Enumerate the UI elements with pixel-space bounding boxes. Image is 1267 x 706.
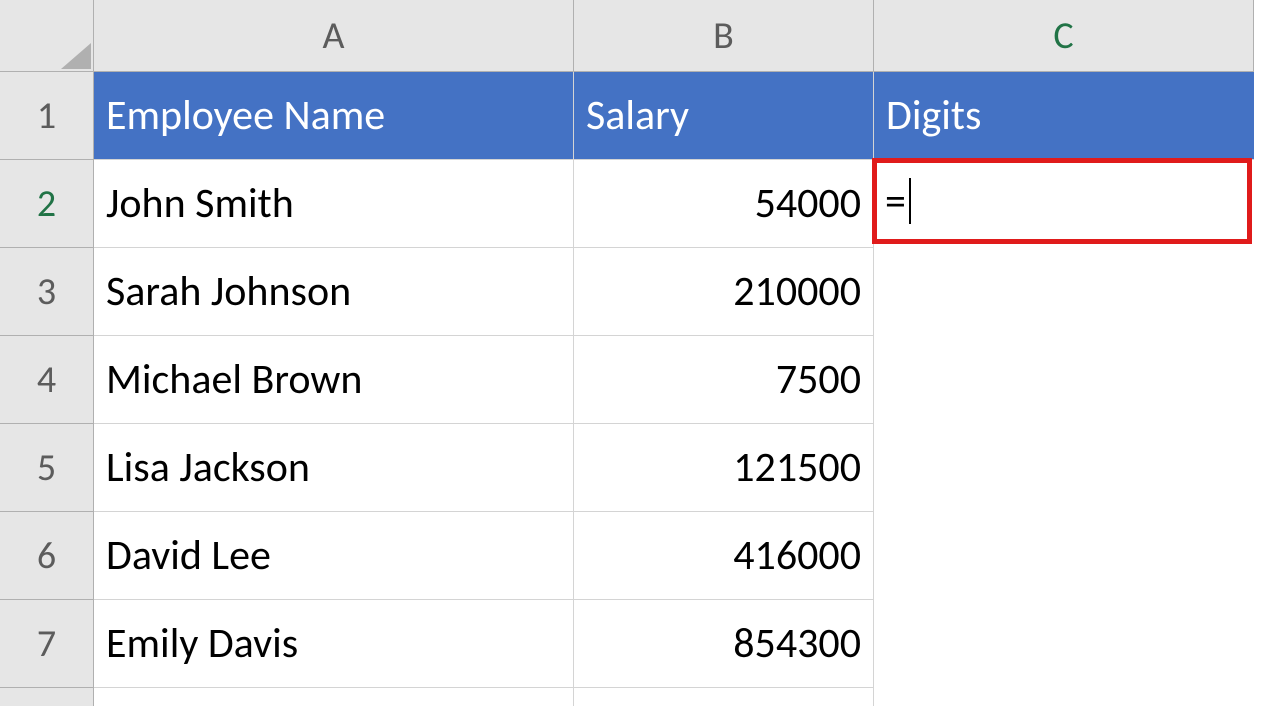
row-header-3[interactable]: 3 bbox=[0, 248, 94, 336]
row-header-4[interactable]: 4 bbox=[0, 336, 94, 424]
column-header-A[interactable]: A bbox=[94, 0, 574, 72]
cell-B6[interactable]: 416000 bbox=[574, 512, 874, 600]
select-all-triangle-icon bbox=[61, 43, 91, 69]
row-header-7[interactable]: 7 bbox=[0, 600, 94, 688]
cell-A1[interactable]: Employee Name bbox=[94, 72, 574, 160]
row-header-8-partial[interactable] bbox=[0, 688, 94, 706]
cell-C7[interactable] bbox=[874, 600, 1254, 688]
row-header-1[interactable]: 1 bbox=[0, 72, 94, 160]
row-header-5[interactable]: 5 bbox=[0, 424, 94, 512]
cell-A4[interactable]: Michael Brown bbox=[94, 336, 574, 424]
cell-C5[interactable] bbox=[874, 424, 1254, 512]
row-header-6[interactable]: 6 bbox=[0, 512, 94, 600]
select-all-corner[interactable] bbox=[0, 0, 94, 72]
cell-C8-partial[interactable] bbox=[874, 688, 1254, 706]
row-header-2[interactable]: 2 bbox=[0, 160, 94, 248]
cell-B3[interactable]: 210000 bbox=[574, 248, 874, 336]
cell-A8-partial[interactable] bbox=[94, 688, 574, 706]
cell-C6[interactable] bbox=[874, 512, 1254, 600]
cell-B2[interactable]: 54000 bbox=[574, 160, 874, 248]
column-header-C[interactable]: C bbox=[874, 0, 1254, 72]
cell-B8-partial[interactable] bbox=[574, 688, 874, 706]
cell-A2[interactable]: John Smith bbox=[94, 160, 574, 248]
cell-A5[interactable]: Lisa Jackson bbox=[94, 424, 574, 512]
cursor-icon bbox=[909, 178, 911, 224]
cell-B5[interactable]: 121500 bbox=[574, 424, 874, 512]
cell-C2-container: = bbox=[874, 160, 1254, 248]
cell-A7[interactable]: Emily Davis bbox=[94, 600, 574, 688]
cell-C3[interactable] bbox=[874, 248, 1254, 336]
cell-C2-content: = bbox=[885, 176, 906, 227]
cell-C1[interactable]: Digits bbox=[874, 72, 1254, 160]
column-header-B[interactable]: B bbox=[574, 0, 874, 72]
cell-C2-active[interactable]: = bbox=[872, 158, 1252, 244]
cell-B7[interactable]: 854300 bbox=[574, 600, 874, 688]
cell-C4[interactable] bbox=[874, 336, 1254, 424]
cell-B4[interactable]: 7500 bbox=[574, 336, 874, 424]
cell-B1[interactable]: Salary bbox=[574, 72, 874, 160]
spreadsheet-grid: A B C 1 Employee Name Salary Digits 2 Jo… bbox=[0, 0, 1267, 706]
cell-A3[interactable]: Sarah Johnson bbox=[94, 248, 574, 336]
cell-A6[interactable]: David Lee bbox=[94, 512, 574, 600]
